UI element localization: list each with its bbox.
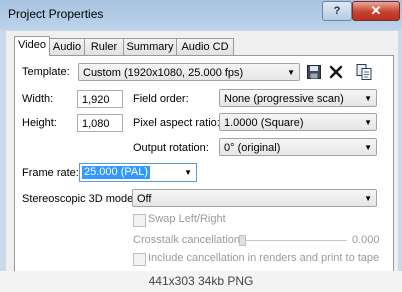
height-field[interactable]: 1,080 [77, 114, 123, 132]
include-cancellation-label: Include cancellation in renders and prin… [148, 252, 380, 264]
template-label: Template: [22, 66, 70, 78]
field-order-value: None (progressive scan) [224, 93, 344, 105]
chevron-down-icon: ▼ [364, 94, 372, 103]
tab-summary[interactable]: Summary [123, 38, 177, 55]
tab-video[interactable]: Video [14, 36, 50, 56]
height-label: Height: [22, 117, 57, 129]
template-dropdown[interactable]: Custom (1920x1080, 25.000 fps) ▼ [78, 63, 300, 81]
chevron-down-icon: ▼ [287, 68, 295, 77]
frame-rate-combobox[interactable]: 25.000 (PAL) ▼ [79, 163, 197, 182]
video-panel: Template: Custom (1920x1080, 25.000 fps)… [14, 55, 394, 277]
crosstalk-cancellation-value: 0.000 [352, 234, 380, 246]
field-order-label: Field order: [133, 93, 189, 105]
swap-left-right-label: Swap Left/Right [148, 213, 226, 225]
title-bar: Project Properties ? ✕ [0, 0, 402, 30]
chevron-down-icon: ▼ [364, 143, 372, 152]
pixel-aspect-ratio-value: 1.0000 (Square) [224, 117, 304, 129]
dialog-body: Video Audio Ruler Summary Audio CD Templ… [6, 31, 398, 277]
swap-left-right-checkbox[interactable] [133, 214, 146, 227]
crosstalk-slider-track[interactable] [241, 240, 347, 242]
output-rotation-dropdown[interactable]: 0° (original) ▼ [219, 138, 377, 156]
width-field[interactable]: 1,920 [77, 90, 123, 108]
template-value: Custom (1920x1080, 25.000 fps) [83, 67, 244, 79]
chevron-down-icon: ▼ [364, 118, 372, 127]
help-button[interactable]: ? [322, 1, 352, 21]
pixel-aspect-ratio-dropdown[interactable]: 1.0000 (Square) ▼ [219, 113, 377, 131]
width-label: Width: [22, 93, 54, 105]
chevron-down-icon[interactable]: ▼ [184, 165, 192, 180]
crosstalk-cancellation-label: Crosstalk cancellation: [133, 234, 244, 246]
output-rotation-value: 0° (original) [224, 142, 281, 154]
image-caption: 441x303 34kb PNG [0, 271, 402, 292]
save-icon[interactable] [306, 64, 322, 80]
field-order-dropdown[interactable]: None (progressive scan) ▼ [219, 89, 377, 107]
crosstalk-slider-thumb[interactable] [239, 235, 246, 246]
tab-audio[interactable]: Audio [49, 38, 85, 55]
tab-audio-cd[interactable]: Audio CD [176, 38, 234, 55]
output-rotation-label: Output rotation: [133, 142, 209, 154]
delete-icon[interactable] [328, 64, 344, 80]
stereoscopic-3d-mode-value: Off [137, 193, 152, 205]
window-title: Project Properties [8, 7, 104, 21]
stereoscopic-3d-mode-dropdown[interactable]: Off ▼ [132, 189, 377, 207]
stereoscopic-3d-mode-label: Stereoscopic 3D mode: [22, 193, 137, 205]
chevron-down-icon: ▼ [364, 194, 372, 203]
close-button[interactable]: ✕ [352, 1, 400, 21]
frame-rate-value: 25.000 (PAL) [82, 166, 151, 179]
copy-icon[interactable] [355, 63, 373, 81]
tab-ruler[interactable]: Ruler [84, 38, 124, 55]
include-cancellation-checkbox[interactable] [133, 253, 146, 266]
pixel-aspect-ratio-label: Pixel aspect ratio: [133, 117, 220, 129]
frame-rate-label: Frame rate: [22, 167, 79, 179]
